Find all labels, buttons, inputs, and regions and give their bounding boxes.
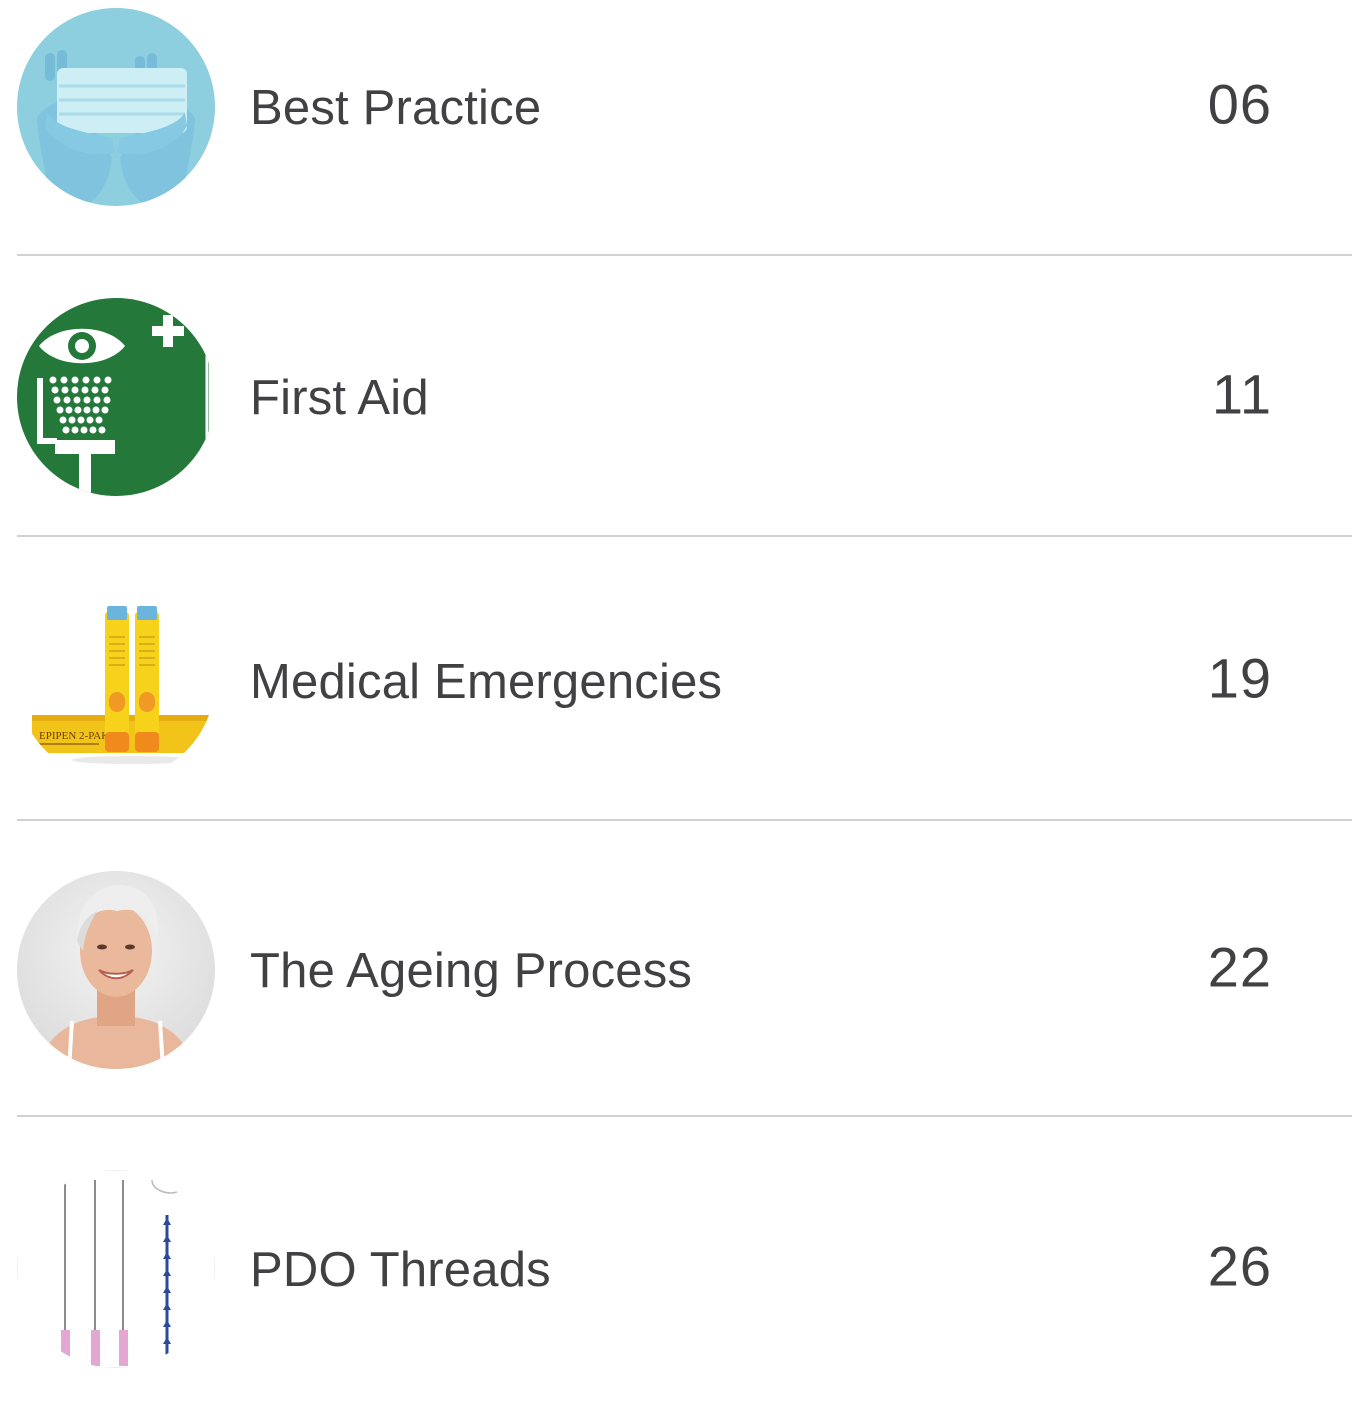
eyewash-station-sign-image xyxy=(17,298,215,496)
toc-item-best-practice[interactable]: Best Practice 06 xyxy=(0,8,1352,208)
toc-item-title: First Aid xyxy=(250,371,429,425)
toc-item-page-number: 26 xyxy=(1207,1234,1272,1298)
toc-item-title: Medical Emergencies xyxy=(250,655,723,709)
divider xyxy=(17,535,1352,537)
toc-item-page-number: 06 xyxy=(1207,72,1272,136)
table-of-contents: Best Practice 06 First Aid 11 EPIPEN 2-P… xyxy=(0,0,1352,1420)
divider xyxy=(17,819,1352,821)
toc-item-title: PDO Threads xyxy=(250,1243,551,1297)
toc-item-page-number: 19 xyxy=(1207,646,1272,710)
toc-item-page-number: 11 xyxy=(1211,362,1272,426)
toc-item-pdo-threads[interactable]: PDO Threads 26 xyxy=(0,1170,1352,1370)
toc-item-the-ageing-process[interactable]: The Ageing Process 22 xyxy=(0,871,1352,1071)
smiling-older-woman-portrait-image xyxy=(17,871,215,1069)
divider xyxy=(17,254,1352,256)
toc-item-first-aid[interactable]: First Aid 11 xyxy=(0,298,1352,498)
epipen-box-label: EPIPEN 2-PAK xyxy=(39,730,109,742)
toc-item-medical-emergencies[interactable]: EPIPEN 2-PAK Medical Emergencies 19 xyxy=(0,582,1352,782)
toc-item-title: The Ageing Process xyxy=(250,944,693,998)
gloved-hands-holding-mask-image xyxy=(17,8,215,206)
toc-item-title: Best Practice xyxy=(250,81,542,135)
epipen-2-pak-image: EPIPEN 2-PAK xyxy=(17,582,215,780)
toc-item-page-number: 22 xyxy=(1207,935,1272,999)
divider xyxy=(17,1115,1352,1117)
pdo-thread-needles-image xyxy=(17,1170,215,1368)
